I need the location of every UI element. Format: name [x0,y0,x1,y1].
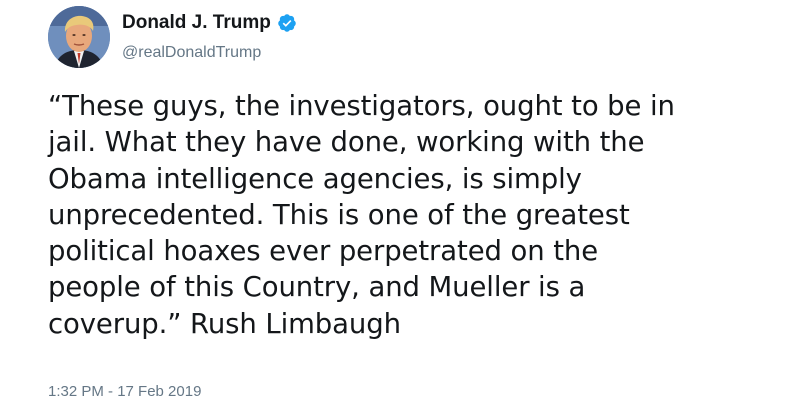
author-handle[interactable]: @realDonaldTrump [122,42,261,64]
verified-badge-icon [277,13,297,33]
profile-photo-icon [48,6,110,68]
tweet-text: “These guys, the investigators, ought to… [48,90,675,340]
tweet-timestamp[interactable]: 1:32 PM - 17 Feb 2019 [48,382,201,402]
avatar[interactable] [48,6,110,68]
tweet-card: Donald J. Trump @realDonaldTrump “These … [0,0,799,420]
author-name-row: Donald J. Trump [122,10,297,36]
display-name[interactable]: Donald J. Trump [122,10,271,36]
